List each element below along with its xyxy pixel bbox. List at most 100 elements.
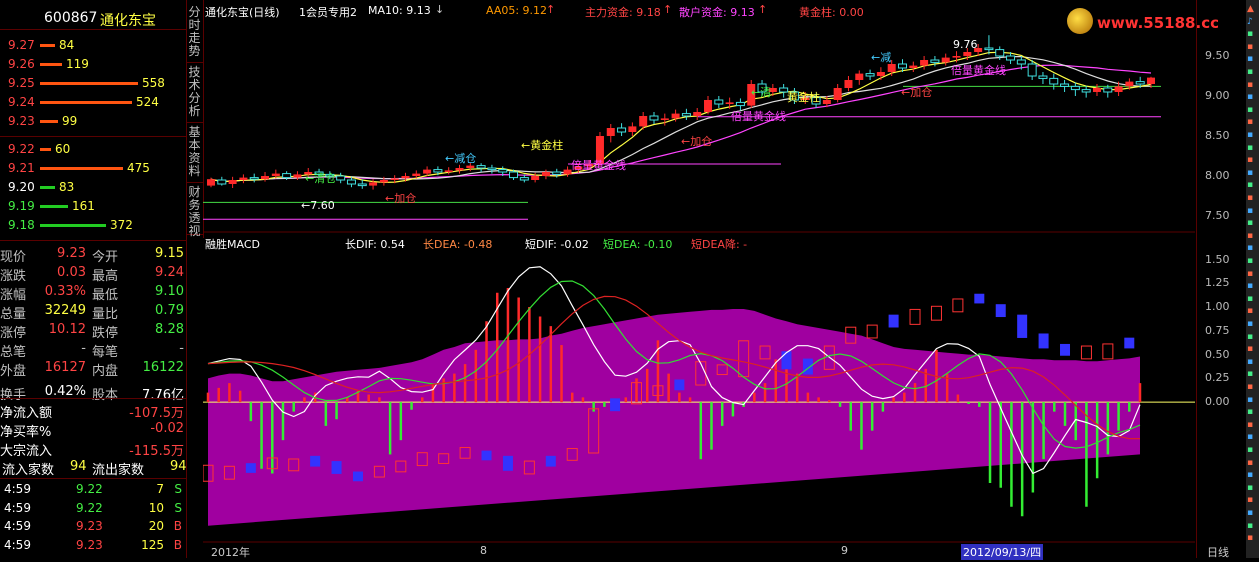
bid-qty: 60	[55, 142, 71, 156]
bid-price: 9.18	[8, 218, 35, 232]
tool-button[interactable]: ▪	[1247, 168, 1258, 180]
tool-button[interactable]: ▪	[1247, 332, 1258, 344]
ask-qty: 84	[59, 38, 75, 52]
tool-button[interactable]: ▪	[1247, 117, 1258, 129]
macd-tick: 1.00	[1205, 300, 1230, 314]
candle-body	[876, 72, 885, 76]
macd-candle	[1017, 314, 1028, 338]
tool-button[interactable]: ▪	[1247, 143, 1258, 155]
short-dea-down-value: 短DEA降: -	[691, 238, 748, 251]
macd-tick: 0.00	[1205, 395, 1230, 409]
stat-value: 16122	[142, 360, 184, 375]
tool-button[interactable]: ▪	[1247, 483, 1258, 495]
tool-button[interactable]: ▪	[1247, 42, 1258, 54]
tool-button[interactable]: ▪	[1247, 54, 1258, 66]
tool-button[interactable]: ▪	[1247, 92, 1258, 104]
stat-row: 总量 32249 量比 0.79	[0, 302, 186, 322]
candle-body	[801, 97, 810, 100]
stat-row: 换手 0.42% 股本 7.76亿	[0, 383, 186, 403]
bid-price: 9.22	[8, 142, 35, 156]
tool-button[interactable]: ▪	[1247, 319, 1258, 331]
macd-candle	[909, 308, 921, 325]
tool-strip[interactable]: ▲ ♪ ▪ ▪ ▪ ▪ ▪ ▪ ▪ ▪ ▪ ▪ ▪ ▪ ▪ ▪ ▪ ▪ ▪ ▪ ▪ ▪ ▪ ▪ ▪ ▪ ▪ ▪ ▪ ▪ ▪ ▪ ▪ ▪ ▪ ▪ ▪ ▪ ▪ ▪…	[1246, 0, 1259, 558]
aa05-value: AA05: 9.12	[486, 4, 548, 17]
tool-button[interactable]: ▪	[1247, 294, 1258, 306]
tool-button[interactable]: ▪	[1247, 458, 1258, 470]
candle-body	[433, 169, 443, 173]
tool-button[interactable]: ▪	[1247, 432, 1258, 444]
tool-button[interactable]: ▪	[1247, 369, 1258, 381]
candle-body	[725, 102, 734, 104]
ask-qty: 524	[136, 95, 159, 109]
tool-button[interactable]: ▪	[1247, 344, 1258, 356]
tool-button[interactable]: ▪	[1247, 445, 1258, 457]
flow-row: 净买率% -0.02	[0, 420, 186, 440]
trade-time: 4:59	[4, 537, 31, 552]
tool-button[interactable]: ▪	[1247, 231, 1258, 243]
up-arrow-icon: ↑	[758, 3, 768, 16]
candle-body	[304, 172, 313, 175]
ticker-code: 600867	[44, 10, 98, 26]
candle-body	[952, 56, 961, 58]
tool-button[interactable]: ▪	[1247, 29, 1258, 41]
tool-button[interactable]: ▪	[1247, 470, 1258, 482]
bid-level: 9.22 60	[0, 140, 186, 160]
tool-button[interactable]: ▪	[1247, 382, 1258, 394]
candle-body	[811, 97, 821, 105]
tool-button[interactable]: ▪	[1247, 155, 1258, 167]
tool-button[interactable]: ▪	[1247, 533, 1258, 545]
tool-button[interactable]: ▪	[1247, 193, 1258, 205]
tool-button[interactable]: ▪	[1247, 521, 1258, 533]
tool-button[interactable]: ▪	[1247, 130, 1258, 142]
tool-button[interactable]: ▪	[1247, 256, 1258, 268]
candle-body	[1103, 87, 1113, 93]
bid-qty-bar	[40, 167, 123, 170]
chart-area[interactable]	[202, 0, 1255, 558]
candle-body	[822, 100, 831, 104]
tool-button[interactable]: ♪	[1247, 17, 1258, 29]
macd-tick: 0.75	[1205, 323, 1230, 337]
ask-level: 9.26 119	[0, 55, 186, 75]
trade-row: 4:599.2340B	[0, 554, 186, 558]
down-arrow-icon: ↓	[435, 3, 445, 16]
tool-button[interactable]: ▪	[1247, 281, 1258, 293]
tool-button[interactable]: ▪	[1247, 420, 1258, 432]
tool-button[interactable]: ▪	[1247, 80, 1258, 92]
candle-body	[855, 73, 864, 80]
tool-button[interactable]: ▪	[1247, 407, 1258, 419]
tool-button[interactable]: ▪	[1247, 306, 1258, 318]
side-tab[interactable]: 基 本 资 料	[186, 126, 203, 183]
ma-line-5	[210, 51, 1152, 184]
bid-price: 9.21	[8, 161, 35, 175]
candle-body	[336, 175, 346, 181]
trade-side: B	[173, 537, 182, 552]
tool-button[interactable]: ▪	[1247, 395, 1258, 407]
tool-button[interactable]: ▪	[1247, 180, 1258, 192]
tool-button[interactable]: ▪	[1247, 105, 1258, 117]
bid-price: 9.20	[8, 180, 35, 194]
tool-button[interactable]: ▪	[1247, 508, 1258, 520]
tool-button[interactable]: ▪	[1247, 218, 1258, 230]
candle-body	[282, 173, 292, 179]
tool-button[interactable]: ▲	[1247, 4, 1258, 16]
tool-button[interactable]: ▪	[1247, 243, 1258, 255]
candle-body	[595, 136, 604, 164]
kline-chart[interactable]	[202, 0, 1255, 558]
ask-level: 9.25 558	[0, 74, 186, 94]
side-tab[interactable]: 技 术 分 析	[186, 66, 203, 123]
tool-button[interactable]: ▪	[1247, 269, 1258, 281]
ask-qty: 99	[62, 114, 78, 128]
candle-body	[1135, 81, 1145, 85]
candle-body	[887, 64, 896, 72]
trade-time: 4:59	[4, 482, 31, 496]
tool-button[interactable]: ▪	[1247, 67, 1258, 79]
candle-body	[1006, 55, 1016, 61]
side-tab[interactable]: 财 务 透 视	[186, 186, 203, 238]
tool-button[interactable]: ▪	[1247, 206, 1258, 218]
tool-button[interactable]: ▪	[1247, 357, 1258, 369]
stat-label: 涨幅	[0, 288, 27, 303]
tool-button[interactable]: ▪	[1247, 495, 1258, 507]
side-tab[interactable]: 分 时 走 势	[186, 6, 203, 63]
bid-price: 9.19	[8, 199, 35, 213]
candle-body	[768, 88, 777, 92]
